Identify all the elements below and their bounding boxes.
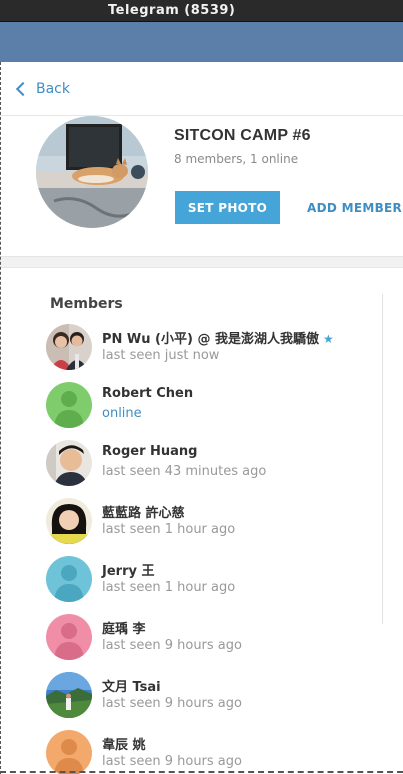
member-status: last seen just now (102, 348, 220, 363)
window-border-left (0, 62, 1, 774)
member-row[interactable]: PN Wu (小平) @ 我是澎湖人我驕傲 ★ last seen just no… (44, 324, 374, 374)
member-row[interactable]: Jerry 王 last seen 1 hour ago (44, 556, 374, 606)
member-row[interactable]: Roger Huang last seen 43 minutes ago (44, 440, 374, 490)
members-heading: Members (50, 296, 123, 312)
member-row[interactable]: 藍藍路 許心慈 last seen 1 hour ago (44, 498, 374, 548)
add-members-button[interactable]: ADD MEMBERS (299, 191, 403, 224)
avatar (46, 730, 92, 774)
group-profile: SITCON CAMP #6 8 members, 1 online SET P… (0, 116, 403, 256)
avatar (46, 382, 92, 428)
group-title: SITCON CAMP #6 (174, 127, 311, 144)
avatar (46, 614, 92, 660)
user-placeholder-icon (46, 730, 92, 774)
group-photo[interactable] (36, 116, 148, 228)
avatar-photo (46, 672, 92, 718)
member-name: 藍藍路 許心慈 (102, 506, 185, 521)
avatar-photo (46, 498, 92, 544)
member-row[interactable]: Robert Chen online (44, 382, 374, 432)
member-row[interactable]: 庭瑀 李 last seen 9 hours ago (44, 614, 374, 664)
nav-bar: Back (0, 62, 403, 116)
member-status: last seen 43 minutes ago (102, 464, 267, 479)
scrollbar-track[interactable] (382, 294, 383, 624)
group-member-count: 8 members, 1 online (174, 152, 299, 166)
back-button[interactable]: Back (14, 77, 70, 101)
member-name: Jerry 王 (102, 564, 155, 579)
avatar-photo (46, 324, 92, 370)
avatar (46, 324, 92, 370)
back-label: Back (36, 81, 70, 97)
member-row[interactable]: 文月 Tsai last seen 9 hours ago (44, 672, 374, 722)
avatar (46, 498, 92, 544)
avatar-photo (46, 440, 92, 486)
window-titlebar: Telegram (8539) (0, 0, 403, 22)
set-photo-button[interactable]: SET PHOTO (175, 191, 280, 224)
member-name: 韋辰 姚 (102, 738, 146, 753)
member-status: last seen 1 hour ago (102, 522, 236, 537)
star-icon: ★ (323, 332, 334, 346)
group-photo-image (36, 116, 148, 228)
member-name: Robert Chen (102, 386, 194, 401)
member-name: PN Wu (小平) @ 我是澎湖人我驕傲 ★ (102, 332, 334, 347)
user-placeholder-icon (46, 614, 92, 660)
chevron-left-icon (15, 81, 31, 97)
member-status: last seen 9 hours ago (102, 696, 242, 711)
user-placeholder-icon (46, 382, 92, 428)
member-status: last seen 9 hours ago (102, 638, 242, 653)
member-name: Roger Huang (102, 444, 198, 459)
avatar (46, 672, 92, 718)
user-placeholder-icon (46, 556, 92, 602)
window-title: Telegram (8539) (108, 3, 236, 18)
member-name: 庭瑀 李 (102, 622, 146, 637)
avatar (46, 440, 92, 486)
window-border-bottom (0, 771, 403, 773)
member-row[interactable]: 韋辰 姚 last seen 9 hours ago (44, 730, 374, 774)
members-section: Members PN Wu (小平) @ 我是澎湖人我驕傲 ★ last seen… (0, 268, 403, 774)
member-status: online (102, 406, 142, 421)
avatar (46, 556, 92, 602)
member-status: last seen 1 hour ago (102, 580, 236, 595)
section-divider (0, 256, 403, 268)
member-name: 文月 Tsai (102, 680, 161, 695)
member-status: last seen 9 hours ago (102, 754, 242, 769)
app-header (0, 22, 403, 62)
